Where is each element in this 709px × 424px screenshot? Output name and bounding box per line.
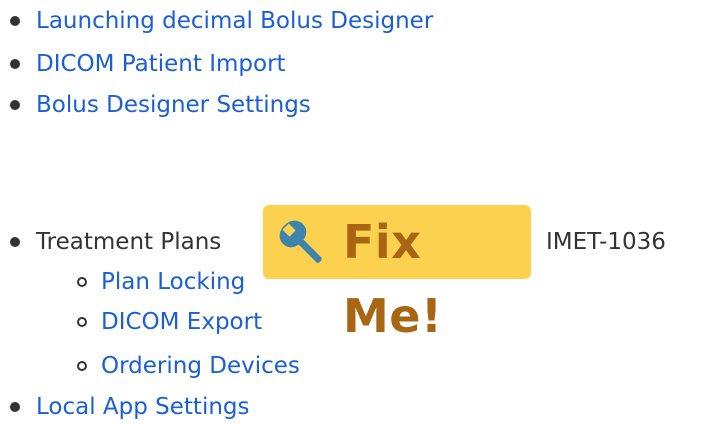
link-dicom-patient-import[interactable]: DICOM Patient Import: [36, 47, 286, 81]
treatment-plans-label: Treatment Plans: [36, 229, 222, 255]
bullet-disc: [10, 237, 20, 247]
link-ordering-devices[interactable]: Ordering Devices: [101, 349, 300, 383]
bullet-disc: [10, 16, 20, 26]
link-launching-bolus-designer[interactable]: Launching decimal Bolus Designer: [36, 4, 433, 38]
link-bolus-designer-settings[interactable]: Bolus Designer Settings: [36, 88, 311, 122]
link-dicom-export[interactable]: DICOM Export: [101, 305, 262, 339]
bullet-circle: [77, 317, 87, 327]
fixme-badge: Fix Me!: [263, 205, 531, 343]
bullet-disc: [10, 402, 20, 412]
bullet-disc: [10, 59, 20, 69]
wrench-icon: [279, 220, 322, 263]
ticket-id: IMET-1036: [546, 229, 666, 255]
link-plan-locking[interactable]: Plan Locking: [101, 265, 245, 299]
link-local-app-settings[interactable]: Local App Settings: [36, 390, 250, 424]
fixme-label: Fix Me!: [343, 215, 443, 343]
bullet-circle: [77, 277, 87, 287]
bullet-circle: [77, 361, 87, 371]
bullet-disc: [10, 100, 20, 110]
